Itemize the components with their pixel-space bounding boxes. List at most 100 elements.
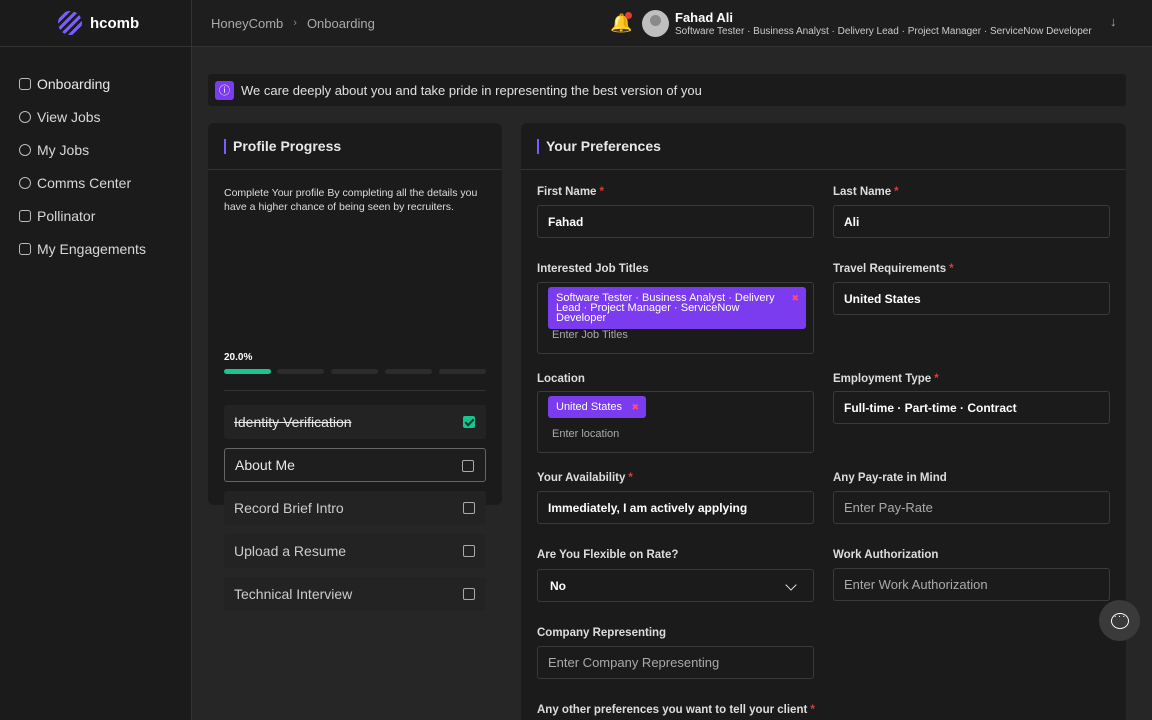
location-input[interactable]: Enter location (552, 428, 619, 440)
payrate-input[interactable]: Enter Pay-Rate (833, 491, 1110, 524)
chevron-down-icon (785, 579, 797, 591)
notification-bell-icon[interactable]: 🔔 (610, 12, 632, 34)
step-label: Record Brief Intro (234, 500, 344, 516)
company-label: Company Representing (537, 627, 667, 639)
progress-segment (224, 369, 271, 374)
travel-label: Travel Requirements * (833, 263, 954, 275)
flexible-label: Are You Flexible on Rate? (537, 549, 679, 561)
user-roles: Software Tester · Business Analyst · Del… (675, 26, 1092, 37)
sidebar-item-my-engagements[interactable]: My Engagements (0, 232, 191, 265)
last-name-label: Last Name * (833, 186, 899, 198)
user-name: Fahad Ali (675, 10, 734, 25)
job-titles-label: Interested Job Titles (537, 263, 649, 275)
divider (224, 390, 486, 391)
top-bar: HoneyComb › Onboarding 🔔 Fahad Ali Softw… (192, 0, 1152, 47)
last-name-input[interactable]: Ali (833, 205, 1110, 238)
step-label: Identity Verification (234, 414, 352, 430)
breadcrumb: HoneyComb › Onboarding (211, 16, 375, 31)
progress-segment (331, 369, 378, 374)
sidebar-item-label: Pollinator (37, 207, 96, 224)
profile-progress-card: Profile Progress Complete Your profile B… (208, 123, 502, 611)
select-value: No (550, 578, 566, 593)
travel-input[interactable]: United States (833, 282, 1110, 315)
arrow-down-icon[interactable]: ↓ (1110, 14, 1117, 29)
work-auth-input[interactable]: Enter Work Authorization (833, 568, 1110, 601)
availability-label: Your Availability * (537, 472, 633, 484)
availability-input[interactable]: Immediately, I am actively applying (537, 491, 814, 524)
sidebar-item-label: View Jobs (37, 108, 101, 125)
sidebar-item-label: Onboarding (37, 75, 111, 92)
step-checkbox[interactable] (463, 416, 475, 428)
payrate-label: Any Pay-rate in Mind (833, 472, 947, 484)
chat-icon (1110, 611, 1129, 629)
step-checkbox[interactable] (463, 545, 475, 557)
close-icon[interactable]: ✖ (791, 293, 799, 303)
chip-label: United States (556, 401, 623, 413)
employment-input[interactable]: Full-time · Part-time · Contract (833, 391, 1110, 424)
location-label: Location (537, 373, 585, 385)
step-checkbox[interactable] (463, 588, 475, 600)
step-upload-resume[interactable]: Upload a Resume (224, 534, 486, 568)
work-auth-label: Work Authorization (833, 549, 939, 561)
info-banner: ⓘ We care deeply about you and take prid… (208, 74, 1126, 106)
company-input[interactable]: Enter Company Representing (537, 646, 814, 679)
user-icon (19, 110, 31, 123)
chat-button[interactable] (1099, 600, 1140, 641)
progress-segment (277, 369, 324, 374)
sidebar-nav: Onboarding View Jobs My Jobs Comms Cente… (0, 47, 191, 265)
step-checkbox[interactable] (463, 502, 475, 514)
location-chip[interactable]: United States ✖ (548, 396, 647, 418)
chevron-right-icon: › (293, 17, 297, 29)
step-checkbox[interactable] (462, 460, 474, 472)
progress-description: Complete Your profile By completing all … (224, 187, 478, 213)
breadcrumb-item-honeycomb[interactable]: HoneyComb (211, 16, 283, 31)
hcomb-logo-icon (58, 11, 82, 35)
close-icon[interactable]: ✖ (632, 402, 640, 412)
progress-percent: 20.0% (224, 352, 253, 363)
chip-label: Software Tester · Business Analyst · Del… (556, 292, 775, 324)
sidebar-item-comms-center[interactable]: Comms Center (0, 166, 191, 199)
sidebar: hcomb Onboarding View Jobs My Jobs Comms… (0, 0, 192, 720)
first-name-input[interactable]: Fahad (537, 205, 814, 238)
job-titles-input[interactable]: Enter Job Titles (552, 329, 628, 341)
sidebar-item-view-jobs[interactable]: View Jobs (0, 100, 191, 133)
accent-bar (537, 138, 539, 154)
breadcrumb-item-onboarding[interactable]: Onboarding (307, 16, 375, 31)
sidebar-item-label: My Engagements (37, 240, 146, 257)
brand-name: hcomb (90, 14, 140, 32)
comms-icon (19, 176, 31, 189)
card-title: Your Preferences (546, 138, 661, 154)
info-icon: ⓘ (215, 80, 234, 100)
step-label: Upload a Resume (234, 543, 347, 559)
brand-logo[interactable]: hcomb (0, 0, 191, 47)
job-titles-chip[interactable]: Software Tester · Business Analyst · Del… (548, 287, 806, 329)
sidebar-item-my-jobs[interactable]: My Jobs (0, 133, 191, 166)
document-icon (19, 209, 31, 222)
onboarding-icon (19, 77, 31, 90)
users-icon (19, 143, 31, 156)
first-name-label: First Name * (537, 186, 604, 198)
preferences-card: Your Preferences First Name * Fahad Last … (521, 123, 1126, 720)
location-field[interactable]: United States ✖ Enter location (537, 391, 814, 453)
other-preferences-label: Any other preferences you want to tell y… (537, 704, 815, 716)
employment-label: Employment Type * (833, 373, 939, 385)
card-header: Your Preferences (521, 123, 1126, 170)
step-identity-verification[interactable]: Identity Verification (224, 405, 486, 439)
job-titles-field[interactable]: Software Tester · Business Analyst · Del… (537, 282, 814, 354)
sidebar-item-onboarding[interactable]: Onboarding (0, 67, 191, 100)
avatar[interactable] (642, 10, 669, 37)
step-label: Technical Interview (234, 586, 353, 602)
progress-segment (385, 369, 432, 374)
banner-text: We care deeply about you and take pride … (241, 82, 702, 98)
step-record-brief-intro[interactable]: Record Brief Intro (224, 491, 486, 525)
progress-segment (439, 369, 486, 374)
sidebar-item-label: Comms Center (37, 174, 132, 191)
step-technical-interview[interactable]: Technical Interview (224, 577, 486, 611)
step-about-me[interactable]: About Me (224, 448, 486, 482)
briefcase-icon (19, 242, 31, 255)
card-header: Profile Progress (208, 123, 502, 170)
sidebar-item-pollinator[interactable]: Pollinator (0, 199, 191, 232)
notification-dot (625, 12, 632, 19)
flexible-select[interactable]: No (537, 569, 814, 602)
accent-bar (224, 138, 226, 154)
